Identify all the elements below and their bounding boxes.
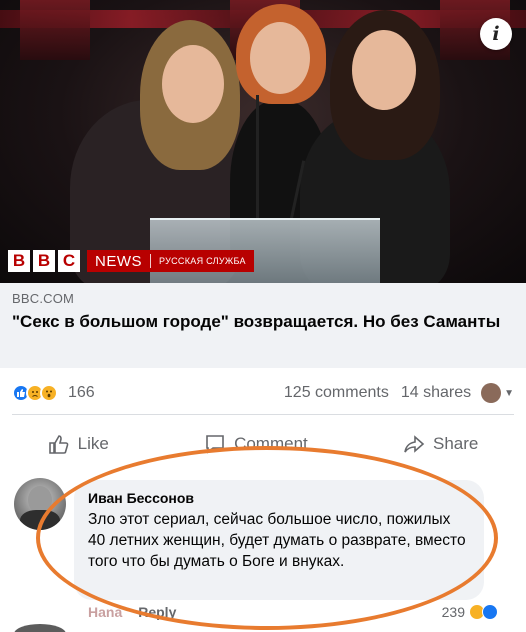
bbc-news-strip: NEWS РУССКАЯ СЛУЖБА bbox=[87, 250, 254, 272]
reaction-icons[interactable] bbox=[12, 384, 58, 402]
comment-actions: Hana Reply 239 bbox=[88, 604, 498, 620]
comment-text: Зло этот сериал, сейчас большое число, п… bbox=[88, 511, 466, 570]
wow-icon bbox=[40, 384, 58, 402]
link-preview[interactable]: BBC.COM "Секс в большом городе" возвраща… bbox=[0, 283, 526, 368]
comments-count[interactable]: 125 comments bbox=[284, 384, 389, 402]
share-button[interactable]: Share bbox=[403, 433, 478, 455]
thumbs-up-icon bbox=[48, 435, 69, 454]
comment-label: Comment bbox=[234, 434, 308, 453]
like-button[interactable]: Like bbox=[48, 433, 109, 455]
like-icon bbox=[482, 604, 498, 620]
article-photo[interactable]: i B B C NEWS РУССКАЯ СЛУЖБА bbox=[0, 0, 526, 283]
commenter-avatar[interactable] bbox=[14, 478, 66, 530]
person-right-face bbox=[352, 30, 416, 110]
comment-author[interactable]: Иван Бессонов bbox=[88, 490, 470, 506]
bbc-letter: B bbox=[33, 250, 55, 272]
next-commenter-avatar[interactable] bbox=[14, 624, 66, 632]
bbc-logo: B B C NEWS РУССКАЯ СЛУЖБА bbox=[8, 250, 254, 272]
engagement-counts: 125 comments 14 shares ▼ bbox=[272, 383, 514, 403]
bbc-service-label: РУССКАЯ СЛУЖБА bbox=[159, 256, 246, 266]
bbc-letter: B bbox=[8, 250, 30, 272]
microphone bbox=[256, 95, 259, 220]
info-icon[interactable]: i bbox=[480, 18, 512, 50]
share-label: Share bbox=[433, 434, 479, 453]
reaction-count[interactable]: 166 bbox=[68, 384, 95, 402]
bbc-separator bbox=[150, 254, 151, 268]
share-icon bbox=[404, 435, 425, 453]
chevron-down-icon[interactable]: ▼ bbox=[504, 388, 514, 399]
divider bbox=[12, 414, 514, 415]
comment-reaction-count: 239 bbox=[441, 604, 465, 620]
comment-reactions[interactable]: 239 bbox=[442, 604, 498, 620]
like-label: Like bbox=[77, 434, 109, 453]
comment-like-link[interactable]: Hana bbox=[88, 604, 122, 620]
post-actions: Like Comment Share bbox=[0, 424, 526, 464]
shares-count[interactable]: 14 shares bbox=[401, 384, 471, 402]
stage-light bbox=[20, 0, 90, 60]
comment-icon bbox=[206, 435, 224, 454]
bbc-letter: C bbox=[58, 250, 80, 272]
link-domain: BBC.COM bbox=[12, 291, 75, 306]
bbc-news-label: NEWS bbox=[95, 252, 142, 270]
link-title[interactable]: "Секс в большом городе" возвращается. Но… bbox=[12, 311, 514, 333]
reactions-summary: 166 125 comments 14 shares ▼ bbox=[0, 378, 526, 408]
person-middle-face bbox=[250, 22, 310, 94]
person-left-face bbox=[162, 45, 224, 123]
comment-reply-link[interactable]: Reply bbox=[138, 604, 176, 620]
comment-button[interactable]: Comment bbox=[204, 433, 308, 455]
comment-bubble: Иван Бессонов Зло этот сериал, сейчас бо… bbox=[74, 480, 484, 600]
viewer-avatar[interactable] bbox=[481, 383, 502, 403]
